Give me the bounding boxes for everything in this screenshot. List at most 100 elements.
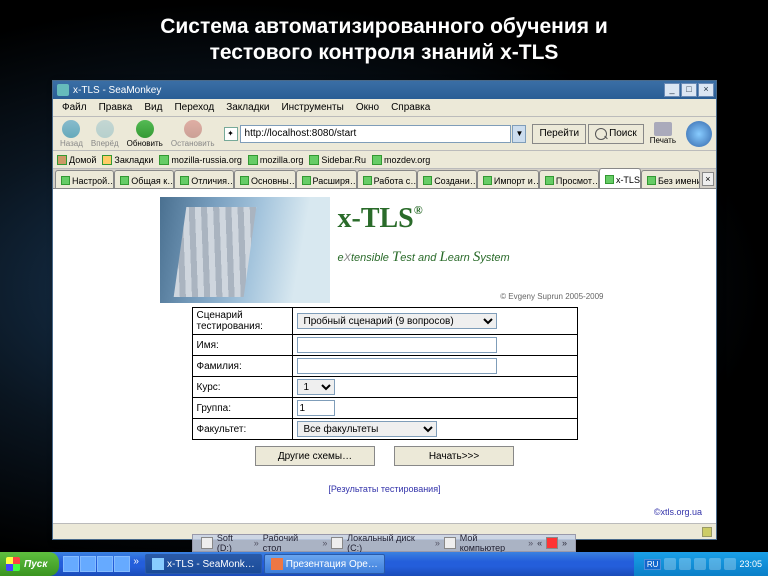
surname-label: Фамилия: [192, 356, 292, 377]
back-button[interactable]: Назад [57, 119, 86, 149]
bookmark-link[interactable]: Sidebar.Ru [309, 155, 366, 165]
quick-launch: » [59, 556, 145, 572]
quick-launch-icon[interactable] [80, 556, 96, 572]
taskbar-task[interactable]: x-TLS - SeaMonk… [145, 554, 262, 574]
menu-help[interactable]: Справка [386, 100, 435, 115]
tab-icon [545, 176, 554, 185]
slide-title-line2: тестового контроля знаний x-TLS [0, 40, 768, 66]
start-button[interactable]: Пуск [0, 552, 59, 576]
search-button[interactable]: Поиск [588, 124, 644, 144]
close-button[interactable]: × [698, 83, 714, 97]
bookmark-icon [248, 155, 258, 165]
browser-window: x-TLS - SeaMonkey _ □ × Файл Правка Вид … [52, 80, 717, 540]
arrow-icon[interactable]: « [537, 538, 542, 548]
results-link[interactable]: [Результаты тестирования] [53, 484, 716, 494]
start-button[interactable]: Начать>>> [394, 446, 514, 466]
tab-active[interactable]: x-TLS [599, 168, 641, 188]
minimize-button[interactable]: _ [664, 83, 680, 97]
course-select[interactable]: 1 [297, 379, 335, 395]
hero-banner: x-TLS® eXtensible Test and Learn System … [160, 197, 610, 303]
scenario-select[interactable]: Пробный сценарий (9 вопросов) [297, 313, 497, 329]
bookmark-home[interactable]: Домой [57, 155, 96, 165]
tab-close-button[interactable]: × [702, 172, 714, 186]
hero-copyright: © Evgeny Suprun 2005-2009 [500, 292, 603, 301]
group-input[interactable] [297, 400, 335, 416]
tagline: eXtensible Test and Learn System [338, 249, 602, 266]
tab[interactable]: Работа с… [357, 170, 418, 188]
bookmark-icon [372, 155, 382, 165]
arrow-icon[interactable]: » [562, 538, 567, 548]
tab[interactable]: Создани… [417, 170, 477, 188]
faculty-label: Факультет: [192, 419, 292, 440]
tab[interactable]: Просмот… [539, 170, 599, 188]
quick-launch-icon[interactable] [114, 556, 130, 572]
surname-input[interactable] [297, 358, 497, 374]
bookmark-folder[interactable]: Закладки [102, 155, 153, 165]
tab[interactable]: Настрой… [55, 170, 114, 188]
address-input[interactable] [240, 125, 512, 143]
other-schemes-button[interactable]: Другие схемы… [255, 446, 375, 466]
tray-icon[interactable] [664, 558, 676, 570]
menu-bookmarks[interactable]: Закладки [221, 100, 274, 115]
site-link[interactable]: ©xtls.org.ua [654, 507, 702, 517]
menu-tools[interactable]: Инструменты [276, 100, 348, 115]
menu-edit[interactable]: Правка [94, 100, 138, 115]
tab-icon [647, 176, 656, 185]
quick-launch-icon[interactable] [97, 556, 113, 572]
folder-icon [102, 155, 112, 165]
stop-button[interactable]: Остановить [168, 119, 218, 149]
tray-icon[interactable] [679, 558, 691, 570]
reload-button[interactable]: Обновить [124, 119, 166, 149]
language-indicator[interactable]: RU [644, 559, 662, 570]
bookmark-link[interactable]: mozilla-russia.org [159, 155, 242, 165]
bookmark-icon [309, 155, 319, 165]
tab[interactable]: Отличия… [174, 170, 234, 188]
faculty-select[interactable]: Все факультеты [297, 421, 437, 437]
ql-more[interactable]: » [131, 556, 141, 572]
forward-button[interactable]: Вперёд [88, 119, 122, 149]
bookmark-link[interactable]: mozdev.org [372, 155, 430, 165]
desk-item[interactable]: Мой компьютер [460, 533, 524, 553]
logo: x-TLS® [338, 203, 602, 235]
tab[interactable]: Без имени [641, 170, 700, 188]
tab-icon [240, 176, 249, 185]
taskbar-task[interactable]: Презентация Оре… [264, 554, 385, 574]
tab[interactable]: Основны… [234, 170, 295, 188]
quick-launch-icon[interactable] [63, 556, 79, 572]
tab[interactable]: Общая к… [114, 170, 174, 188]
page-content: x-TLS® eXtensible Test and Learn System … [53, 189, 716, 523]
tab-icon [180, 176, 189, 185]
menu-file[interactable]: Файл [57, 100, 92, 115]
menubar: Файл Правка Вид Переход Закладки Инструм… [53, 99, 716, 117]
window-title: x-TLS - SeaMonkey [73, 85, 161, 96]
tray-icon[interactable] [724, 558, 736, 570]
menu-window[interactable]: Окно [351, 100, 384, 115]
print-button[interactable]: Печать [646, 122, 680, 145]
tab[interactable]: Импорт и… [477, 170, 539, 188]
tab[interactable]: Расширя… [296, 170, 357, 188]
desk-item[interactable]: Soft (D:) [217, 533, 250, 553]
drive-icon [201, 537, 213, 549]
yandex-icon[interactable] [546, 537, 558, 549]
scenario-label: Сценарий тестирования: [192, 308, 292, 335]
maximize-button[interactable]: □ [681, 83, 697, 97]
task-icon [152, 558, 164, 570]
address-dropdown[interactable]: ▼ [512, 125, 526, 143]
bookmarks-toolbar: Домой Закладки mozilla-russia.org mozill… [53, 151, 716, 169]
search-icon [595, 128, 607, 140]
site-icon: ✦ [224, 127, 238, 141]
tray-icon[interactable] [694, 558, 706, 570]
menu-view[interactable]: Вид [139, 100, 167, 115]
app-icon [57, 84, 69, 96]
go-button[interactable]: Перейти [532, 124, 586, 144]
tray-icon[interactable] [709, 558, 721, 570]
bookmark-link[interactable]: mozilla.org [248, 155, 304, 165]
name-input[interactable] [297, 337, 497, 353]
tab-icon [605, 175, 614, 184]
slide-title-line1: Система автоматизированного обучения и [0, 14, 768, 40]
login-form: Сценарий тестирования: Пробный сценарий … [192, 307, 578, 440]
desk-item[interactable]: Локальный диск (C:) [347, 533, 431, 553]
menu-go[interactable]: Переход [169, 100, 219, 115]
desk-item[interactable]: Рабочий стол [263, 533, 319, 553]
clock[interactable]: 23:05 [739, 559, 762, 569]
